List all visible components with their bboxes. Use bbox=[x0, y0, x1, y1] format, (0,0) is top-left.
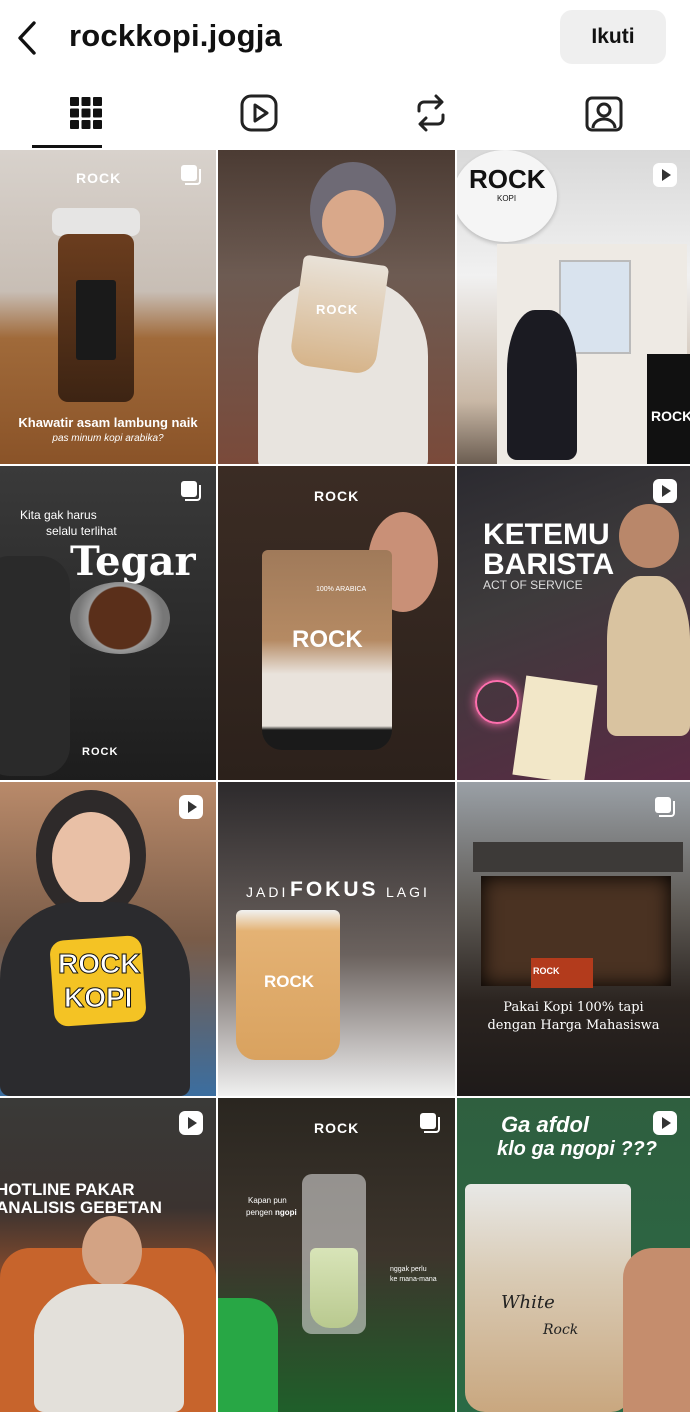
reel-icon bbox=[652, 1110, 678, 1136]
post-headline: Tegar bbox=[70, 538, 196, 585]
repost-icon bbox=[413, 93, 449, 133]
post-caption-line1: Kapan pun bbox=[248, 1196, 287, 1205]
post-brand-logo: ROCK bbox=[82, 746, 118, 758]
post-tile[interactable]: ROCK 100% ARABICA ROCK bbox=[218, 466, 455, 780]
post-tile[interactable]: JADI FOKUS LAGI ROCK bbox=[218, 782, 455, 1096]
jar-lid bbox=[52, 208, 140, 236]
person-body bbox=[34, 1284, 184, 1412]
profile-username: rockkopi.jogja bbox=[69, 18, 282, 54]
jar-label bbox=[76, 280, 116, 360]
cup-label: ROCK bbox=[264, 972, 314, 992]
post-tile[interactable]: KETEMU BARISTA ACT OF SERVICE bbox=[457, 466, 690, 780]
reel-icon bbox=[178, 1110, 204, 1136]
post-tile[interactable]: Kita gak harus selalu terlihat Tegar ROC… bbox=[0, 466, 216, 780]
chevron-left-icon bbox=[16, 20, 38, 56]
person-figure bbox=[507, 310, 577, 460]
person-face bbox=[52, 812, 130, 904]
post-caption-line2: selalu terlihat bbox=[46, 524, 117, 538]
barista-apron bbox=[607, 576, 690, 736]
post-caption-line2: pengen ngopi bbox=[246, 1208, 297, 1217]
carousel-icon bbox=[652, 794, 678, 820]
neon-heart bbox=[475, 680, 519, 724]
post-caption-line1: Pakai Kopi 100% tapi bbox=[457, 1000, 690, 1015]
reel-icon bbox=[652, 162, 678, 188]
post-brand-logo: ROCK bbox=[76, 170, 121, 186]
post-subline: ACT OF SERVICE bbox=[483, 578, 583, 592]
post-line-pre: JADI bbox=[246, 884, 288, 900]
tab-posts-grid[interactable] bbox=[0, 78, 173, 148]
green-sleeve bbox=[218, 1298, 278, 1412]
grid-icon bbox=[69, 96, 103, 130]
reel-icon bbox=[652, 478, 678, 504]
cup-label: ROCK bbox=[292, 626, 363, 654]
post-line-post: LAGI bbox=[386, 884, 430, 900]
post-line-focus: FOKUS bbox=[290, 878, 379, 902]
post-subcaption: pas minum kopi arabika? bbox=[0, 433, 216, 444]
side-sign-text: ROCK bbox=[651, 408, 690, 424]
profile-header: rockkopi.jogja Ikuti bbox=[0, 0, 690, 78]
shop-sign-text: ROCK bbox=[469, 164, 546, 195]
post-caption-line1: Kita gak harus bbox=[20, 508, 97, 522]
post-brand-logo: ROCK bbox=[314, 488, 359, 504]
post-tile[interactable]: ROCK Kapan pun pengen ngopi nggak perlu … bbox=[218, 1098, 455, 1412]
tab-tagged[interactable] bbox=[518, 78, 690, 148]
reels-icon bbox=[239, 93, 279, 133]
post-tile[interactable]: ROCK Pakai Kopi 100% tapi dengan Harga M… bbox=[457, 782, 690, 1096]
post-headline-2: ANALISIS GEBETAN bbox=[0, 1198, 162, 1218]
post-tile[interactable]: ROCK bbox=[218, 150, 455, 464]
cup-handwriting-2: Rock bbox=[543, 1322, 578, 1338]
post-tile[interactable]: ROCK Khawatir asam lambung naik pas minu… bbox=[0, 150, 216, 464]
post-headline-2: klo ga ngopi ??? bbox=[497, 1138, 657, 1161]
sticker-line2: KOPI bbox=[64, 982, 132, 1014]
hand bbox=[623, 1248, 690, 1412]
post-side-line2: ke mana-mana bbox=[390, 1276, 437, 1283]
cup-brand: ROCK bbox=[316, 302, 358, 317]
shop-sign-sub: KOPI bbox=[497, 194, 516, 203]
menu-card bbox=[512, 675, 597, 780]
reel-icon bbox=[178, 794, 204, 820]
shop-roof bbox=[473, 842, 683, 872]
post-brand-logo: ROCK bbox=[314, 1120, 359, 1136]
post-caption-line2: dengan Harga Mahasiswa bbox=[457, 1018, 690, 1033]
post-headline-1: Ga afdol bbox=[501, 1112, 589, 1138]
post-tile[interactable]: Ga afdol klo ga ngopi ??? White Rock bbox=[457, 1098, 690, 1412]
shop-sign-small: ROCK bbox=[533, 966, 560, 976]
posts-grid: ROCK Khawatir asam lambung naik pas minu… bbox=[0, 150, 690, 1408]
person-face bbox=[82, 1216, 142, 1286]
tab-reels[interactable] bbox=[173, 78, 346, 148]
person-face bbox=[322, 190, 384, 256]
carousel-icon bbox=[417, 1110, 443, 1136]
tab-reposts[interactable] bbox=[345, 78, 518, 148]
post-tile[interactable]: HOTLINE PAKAR ANALISIS GEBETAN bbox=[0, 1098, 216, 1412]
carousel-icon bbox=[178, 162, 204, 188]
post-headline-2: BARISTA bbox=[483, 548, 614, 582]
post-headline-1: KETEMU bbox=[483, 518, 610, 552]
post-caption: Khawatir asam lambung naik bbox=[0, 415, 216, 430]
post-tile[interactable]: ROCK KOPI bbox=[0, 782, 216, 1096]
post-tile[interactable]: ROCK KOPI ROCK bbox=[457, 150, 690, 464]
arm bbox=[0, 556, 70, 776]
back-button[interactable] bbox=[10, 18, 44, 58]
post-side-line1: nggak perlu bbox=[390, 1266, 427, 1273]
tagged-person-icon bbox=[584, 93, 624, 133]
sticker-line1: ROCK bbox=[58, 948, 140, 980]
cup-handwriting-1: White bbox=[501, 1292, 555, 1313]
matcha-cup bbox=[310, 1248, 358, 1328]
portafilter bbox=[70, 582, 170, 654]
cup-small-text: 100% ARABICA bbox=[316, 586, 366, 593]
person-face bbox=[619, 504, 679, 568]
post-headline-1: HOTLINE PAKAR bbox=[0, 1180, 135, 1200]
follow-button[interactable]: Ikuti bbox=[560, 10, 666, 64]
carousel-icon bbox=[178, 478, 204, 504]
profile-tabs bbox=[0, 78, 690, 148]
